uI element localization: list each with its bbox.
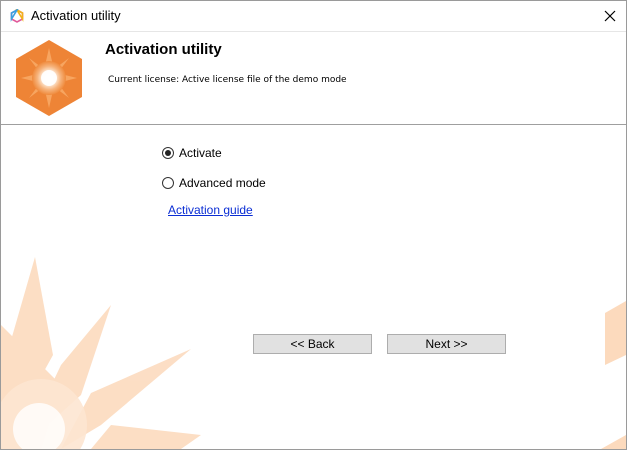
window-title: Activation utility bbox=[31, 8, 121, 23]
activation-guide-link[interactable]: Activation guide bbox=[168, 203, 253, 217]
radio-advanced-indicator[interactable] bbox=[162, 177, 174, 189]
back-button[interactable]: << Back bbox=[253, 334, 372, 354]
activation-window: Activation utility Activation utility Cu… bbox=[0, 0, 627, 450]
next-button[interactable]: Next >> bbox=[387, 334, 506, 354]
close-icon bbox=[604, 10, 616, 22]
hexagon-logo-icon bbox=[10, 9, 24, 23]
radio-advanced-label: Advanced mode bbox=[179, 176, 266, 190]
radio-activate[interactable]: Activate bbox=[162, 146, 222, 160]
current-license-text: Current license: Active license file of … bbox=[108, 75, 347, 85]
radio-activate-label: Activate bbox=[179, 146, 222, 160]
title-bar[interactable]: Activation utility bbox=[1, 1, 626, 32]
radio-advanced-mode[interactable]: Advanced mode bbox=[162, 176, 266, 190]
header-title: Activation utility bbox=[105, 41, 222, 58]
radio-activate-indicator[interactable] bbox=[162, 147, 174, 159]
header-panel: Activation utility Current license: Acti… bbox=[1, 32, 626, 125]
background-decoration bbox=[1, 257, 626, 449]
sun-hexagon-logo bbox=[16, 40, 82, 116]
close-button[interactable] bbox=[594, 1, 626, 31]
